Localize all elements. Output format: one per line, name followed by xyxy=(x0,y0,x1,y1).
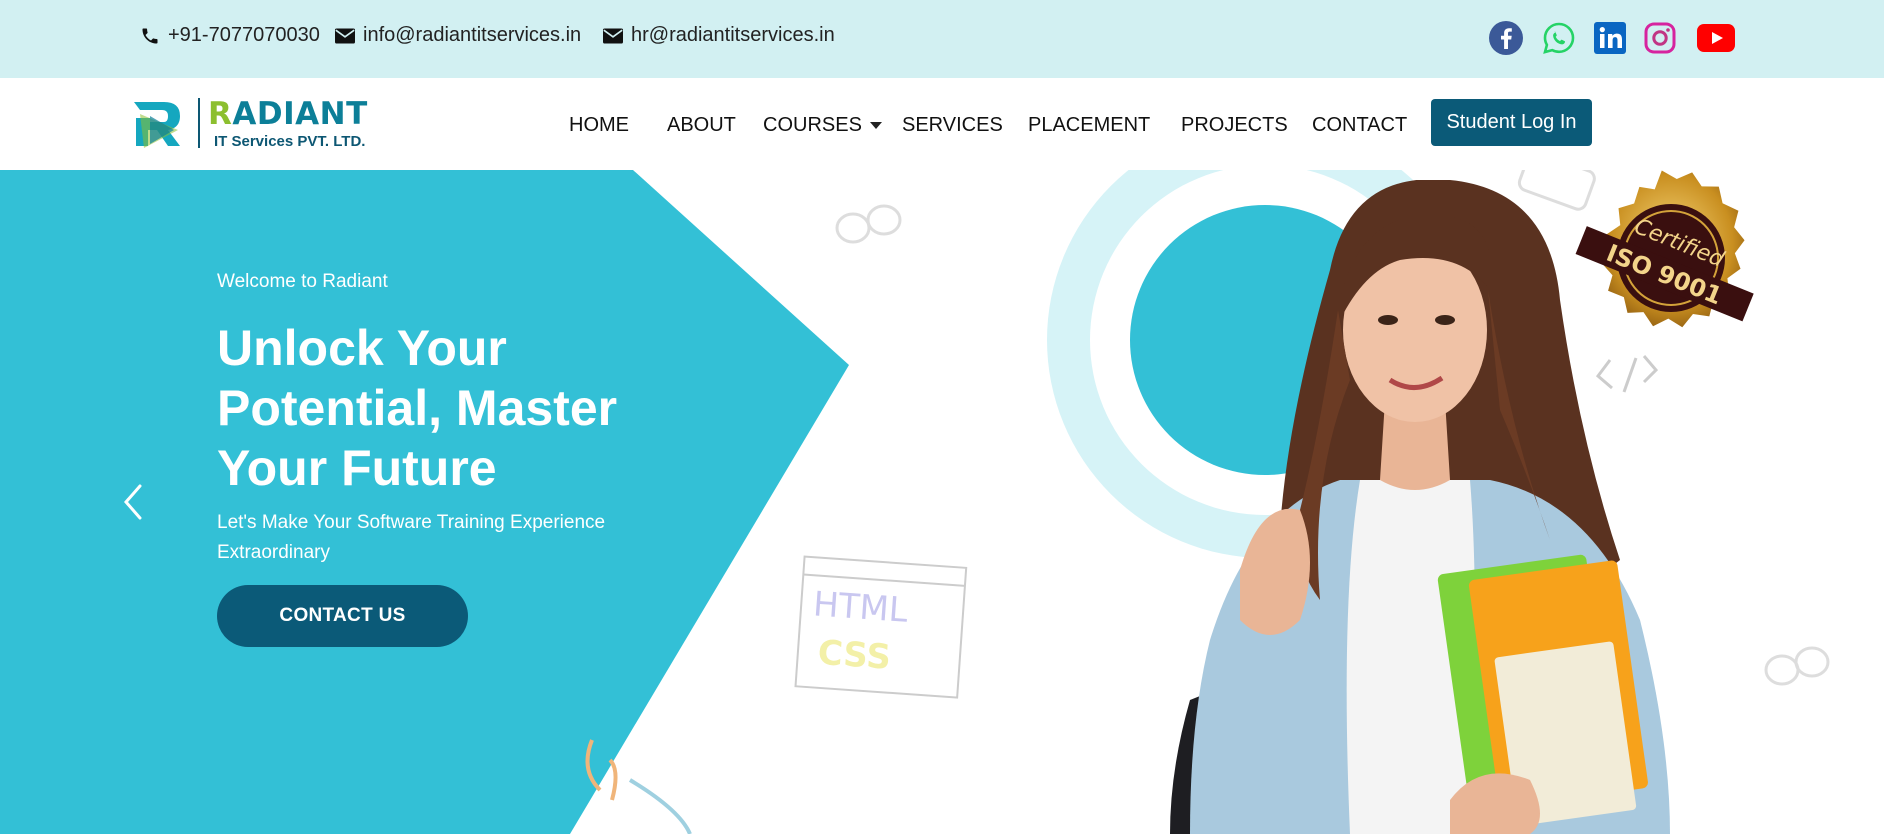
html-css-card-doodle: HTML CSS xyxy=(794,555,968,699)
phone-number: +91-7077070030 xyxy=(168,24,320,46)
welcome-text: Welcome to Radiant xyxy=(217,271,388,292)
student-login-button[interactable]: Student Log In xyxy=(1431,99,1592,146)
radiant-logo-icon xyxy=(134,102,180,148)
brand-subtitle: IT Services PVT. LTD. xyxy=(214,133,366,150)
nav-courses[interactable]: COURSES xyxy=(763,114,882,137)
instagram-link[interactable] xyxy=(1642,20,1678,56)
youtube-icon xyxy=(1697,24,1735,52)
instagram-icon xyxy=(1644,22,1676,54)
linkedin-icon xyxy=(1594,22,1626,54)
infinity-doodle-icon xyxy=(835,204,902,244)
infinity-doodle-icon xyxy=(1764,646,1830,686)
info-email: info@radiantitservices.in xyxy=(363,24,582,46)
nav-placement[interactable]: PLACEMENT xyxy=(1028,114,1150,137)
whatsapp-link[interactable] xyxy=(1541,20,1577,56)
hero-headline: Unlock Your Potential, Master Your Futur… xyxy=(217,320,618,496)
logo-divider xyxy=(198,98,200,148)
youtube-link[interactable] xyxy=(1696,20,1736,56)
carousel-prev-button[interactable] xyxy=(118,482,148,522)
nav-courses-label: COURSES xyxy=(763,114,862,136)
brand-name: RADIANT xyxy=(208,96,368,132)
facebook-link[interactable] xyxy=(1488,20,1524,56)
top-contact-bar: +91-7077070030 info@radiantitservices.in… xyxy=(0,0,1884,78)
envelope-icon xyxy=(603,28,623,43)
chevron-left-icon xyxy=(124,484,142,520)
contact-us-button[interactable]: CONTACT US xyxy=(217,585,468,647)
facebook-icon xyxy=(1489,21,1523,55)
hero-subtitle: Let's Make Your Software Training Experi… xyxy=(217,512,606,563)
nav-services[interactable]: SERVICES xyxy=(902,114,1003,137)
phone-contact[interactable]: +91-7077070030 xyxy=(140,24,320,47)
student-image xyxy=(1170,180,1670,834)
linkedin-link[interactable] xyxy=(1592,20,1628,56)
hr-email: hr@radiantitservices.in xyxy=(631,24,835,46)
svg-text:CSS: CSS xyxy=(817,633,893,678)
phone-icon xyxy=(142,28,158,43)
hero-carousel: HTML CSS Certified ISO 9001 Welcome to R… xyxy=(0,170,1884,834)
nav-about[interactable]: ABOUT xyxy=(667,114,736,137)
chevron-down-icon xyxy=(869,122,882,130)
nav-projects[interactable]: PROJECTS xyxy=(1181,114,1288,137)
whatsapp-icon xyxy=(1543,22,1575,54)
hr-email-contact[interactable]: hr@radiantitservices.in xyxy=(603,24,835,47)
svg-text:HTML: HTML xyxy=(812,584,909,631)
main-navbar: RADIANT IT Services PVT. LTD. HOME ABOUT… xyxy=(0,78,1884,170)
nav-home[interactable]: HOME xyxy=(569,114,629,137)
envelope-icon xyxy=(335,28,355,43)
nav-contact[interactable]: CONTACT xyxy=(1312,114,1407,137)
info-email-contact[interactable]: info@radiantitservices.in xyxy=(335,24,581,47)
